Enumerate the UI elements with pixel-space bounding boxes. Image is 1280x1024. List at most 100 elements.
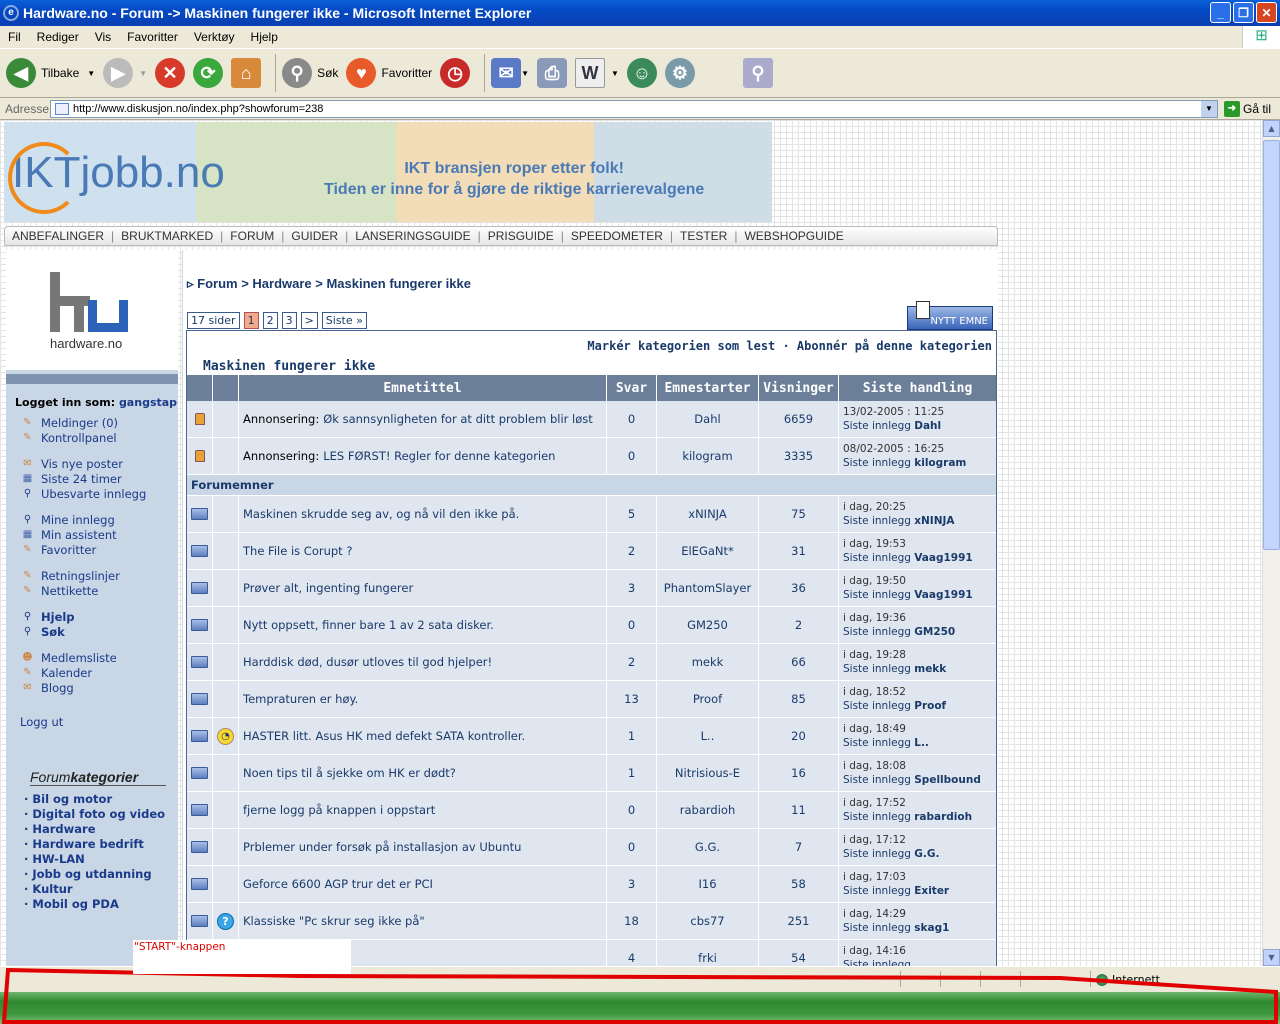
category-bil-og-motor[interactable]: · Bil og motor [24,792,178,807]
reply-count[interactable]: 0 [628,449,635,463]
last-post-time[interactable]: i dag, 17:03 [843,870,906,884]
topic-starter[interactable]: Dahl [694,412,720,426]
stop-icon[interactable]: ✕ [155,58,186,88]
topic-title-link[interactable]: Nytt oppsett, finner bare 1 av 2 sata di… [243,618,494,632]
breadcrumb[interactable]: ▹ Forum > Hardware > Maskinen fungerer i… [187,276,471,292]
category-hw-lan[interactable]: · HW-LAN [24,852,178,867]
forward-button[interactable]: ▶ ▼ [103,58,147,88]
last-poster-link[interactable]: rabardioh [914,811,972,823]
last-poster-link[interactable]: xNINJA [914,515,954,527]
sidebar-link-retningslinjer[interactable]: ✎ Retningslinjer [6,568,178,583]
topic-starter[interactable]: cbs77 [690,914,724,928]
topic-title-link[interactable]: Harddisk død, dusør utloves til god hjel… [243,655,492,669]
last-poster-link[interactable]: Exiter [914,885,949,897]
back-button[interactable]: ◀ Tilbake ▼ [6,58,95,88]
nav-speedometer[interactable]: SPEEDOMETER [564,229,670,243]
sidebar-link-meldinger[interactable]: ✎ Meldinger (0) [6,415,178,430]
last-post-time[interactable]: i dag, 18:52 [843,685,906,699]
nav-forum[interactable]: FORUM [223,229,281,243]
sidebar-link-nettikette[interactable]: ✎ Nettikette [6,583,178,598]
last-post-time[interactable]: i dag, 18:49 [843,722,906,736]
last-post-time[interactable]: i dag, 19:36 [843,611,906,625]
topic-title-link[interactable]: LES FØRST! Regler for denne kategorien [323,449,555,463]
topic-starter[interactable]: kilogram [682,449,732,463]
last-poster-link[interactable]: G.G. [914,848,939,860]
mail-icon[interactable]: ✉ [491,58,522,88]
reply-count[interactable]: 3 [628,581,635,595]
reply-count[interactable]: 1 [628,729,635,743]
header-views[interactable]: Visninger [759,375,839,401]
reply-count[interactable]: 18 [624,914,639,928]
last-post-time[interactable]: 13/02-2005 : 11:25 [843,405,944,419]
page-3[interactable]: 3 [281,312,297,329]
minimize-button[interactable]: _ [1210,2,1231,23]
sidebar-link-siste-24-timer[interactable]: ▦ Siste 24 timer [6,471,178,486]
reply-count[interactable]: 0 [628,618,635,632]
menu-rediger[interactable]: Rediger [29,30,87,44]
last-post-time[interactable]: i dag, 17:52 [843,796,906,810]
menu-hjelp[interactable]: Hjelp [243,30,286,44]
topic-starter[interactable]: G.G. [695,840,720,854]
taskbar[interactable] [0,992,1280,1024]
iktjobb-banner[interactable]: IKTjobb.no IKT bransjen roper etter folk… [4,122,772,222]
last-poster-link[interactable]: Vaag1991 [914,589,972,601]
topic-title-link[interactable]: Prblemer under forsøk på installasjon av… [243,840,521,854]
topic-starter[interactable]: L.. [701,729,715,743]
menu-vis[interactable]: Vis [87,30,119,44]
last-post-time[interactable]: 08/02-2005 : 16:25 [843,442,944,456]
maximize-button[interactable]: ❐ [1233,2,1254,23]
go-button[interactable]: ➜ Gå til [1224,100,1271,117]
forum-actions[interactable]: Markér kategorien som lest · Abonnér på … [587,339,992,353]
back-dropdown-icon[interactable]: ▼ [87,69,95,78]
favorites-button[interactable]: ♥ Favoritter [346,58,432,88]
category-jobb-og-utdanning[interactable]: · Jobb og utdanning [24,867,178,882]
sidebar-link-medlemsliste[interactable]: ☻ Medlemsliste [6,650,178,665]
sidebar-link-hjelp[interactable]: ⚲ Hjelp [6,609,178,624]
reply-count[interactable]: 13 [624,692,639,706]
last-post-time[interactable]: i dag, 20:25 [843,500,906,514]
vertical-scrollbar[interactable]: ▲ ▼ [1262,120,1280,966]
home-icon[interactable]: ⌂ [231,58,262,88]
header-starter[interactable]: Emnestarter [657,375,759,401]
history-icon[interactable]: ◷ [440,58,471,88]
category-kultur[interactable]: · Kultur [24,882,178,897]
last-post-time[interactable]: i dag, 19:28 [843,648,906,662]
scroll-thumb[interactable] [1263,140,1280,550]
nav-bruktmarked[interactable]: BRUKTMARKED [114,229,220,243]
reply-count[interactable]: 4 [628,951,635,965]
topic-title-link[interactable]: Noen tips til å sjekke om HK er dødt? [243,766,456,780]
nav-anbefalinger[interactable]: ANBEFALINGER [5,229,111,243]
sidebar-link-mine-innlegg[interactable]: ⚲ Mine innlegg [6,512,178,527]
reply-count[interactable]: 2 [628,544,635,558]
refresh-icon[interactable]: ⟳ [193,58,224,88]
last-post-time[interactable]: i dag, 17:12 [843,833,906,847]
sidebar-link-kontrollpanel[interactable]: ✎ Kontrollpanel [6,430,178,445]
topic-starter[interactable]: mekk [692,655,724,669]
tools-icon[interactable]: ⚙ [664,58,695,88]
category-hardware-bedrift[interactable]: · Hardware bedrift [24,837,178,852]
print-icon[interactable]: ⎙ [537,58,568,88]
last-poster-link[interactable]: mekk [914,663,946,675]
address-input[interactable]: http://www.diskusjon.no/index.php?showfo… [50,99,1218,118]
page-count[interactable]: 17 sider [187,312,240,329]
menu-verktoy[interactable]: Verktøy [186,30,243,44]
topic-title-link[interactable]: Øk sannsynligheten for at ditt problem b… [323,412,593,426]
topic-title-link[interactable]: fjerne logg på knappen i oppstart [243,803,435,817]
page-2[interactable]: 2 [262,312,278,329]
last-poster-link[interactable]: Vaag1991 [914,552,972,564]
category-digital-foto[interactable]: · Digital foto og video [24,807,178,822]
last-post-time[interactable]: i dag, 19:53 [843,537,906,551]
mail-dropdown-icon[interactable]: ▼ [521,69,529,78]
topic-starter[interactable]: Nitrisious-E [675,766,740,780]
sidebar-link-kalender[interactable]: ✎ Kalender [6,665,178,680]
sidebar-link-blogg[interactable]: ✉ Blogg [6,680,178,695]
reply-count[interactable]: 0 [628,412,635,426]
page-next[interactable]: > [300,312,318,329]
edit-icon[interactable]: W [575,58,606,88]
reply-count[interactable]: 2 [628,655,635,669]
search-button[interactable]: ⚲ Søk [282,58,338,88]
last-poster-link[interactable]: kilogram [914,457,966,469]
nav-webshopguide[interactable]: WEBSHOPGUIDE [737,229,850,243]
last-post-time[interactable]: i dag, 19:50 [843,574,906,588]
reply-count[interactable]: 1 [628,766,635,780]
